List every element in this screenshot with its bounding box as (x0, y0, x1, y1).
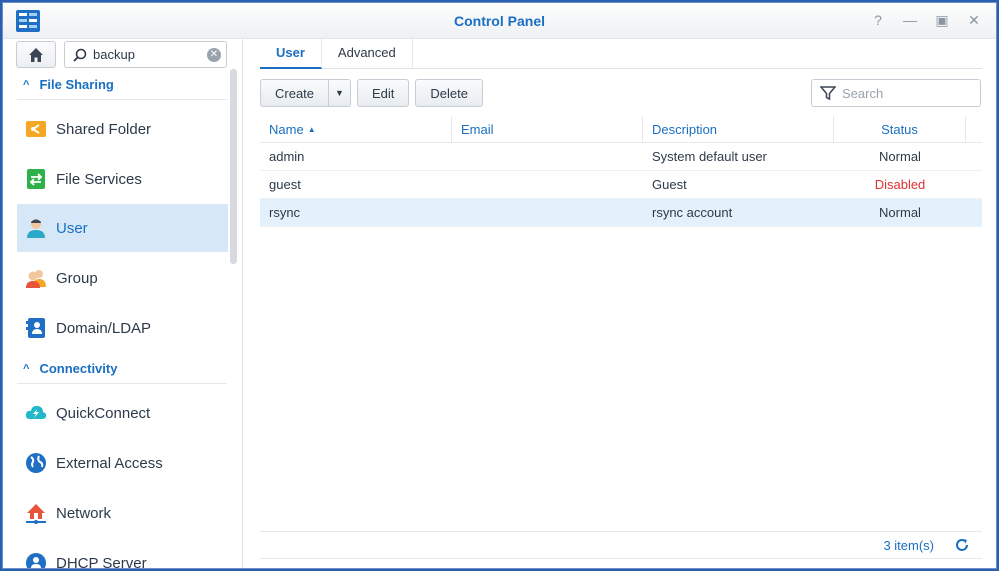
section-file-sharing[interactable]: ^ File Sharing (17, 70, 227, 100)
sidebar-item-label: Group (56, 269, 98, 287)
cell-name: rsync (269, 205, 301, 220)
chevron-up-icon: ^ (23, 362, 30, 375)
column-header-status[interactable]: Status (834, 116, 966, 142)
sidebar-item-label: Network (56, 504, 112, 522)
sidebar-item-quickconnect[interactable]: QuickConnect (17, 389, 228, 437)
cell-email (452, 199, 643, 226)
cell-email (452, 143, 643, 170)
sort-ascending-icon: ▲ (307, 124, 316, 134)
table-row[interactable]: admin System default user Normal (260, 143, 982, 171)
column-header-name[interactable]: Name ▲ (260, 116, 452, 142)
tab-user[interactable]: User (260, 39, 322, 69)
sidebar: ✕ ^ File Sharing Shared Folder File Serv… (3, 39, 243, 569)
minimize-icon[interactable]: — (902, 12, 918, 28)
title-bar: Control Panel ? — ▣ ✕ (3, 3, 996, 39)
cell-name: guest (269, 177, 301, 192)
tab-bar: User Advanced (260, 39, 982, 69)
sidebar-item-label: External Access (56, 454, 163, 472)
cell-name: admin (269, 149, 305, 164)
sidebar-item-label: File Services (56, 170, 142, 188)
table-row[interactable]: guest Guest Disabled (260, 171, 982, 199)
close-icon[interactable]: ✕ (966, 12, 982, 28)
file-services-icon (25, 168, 47, 190)
create-button[interactable]: Create (260, 79, 330, 107)
filter-search (811, 79, 981, 107)
create-dropdown-icon[interactable]: ▼ (329, 79, 351, 107)
external-access-icon (25, 452, 47, 474)
section-label: File Sharing (39, 77, 114, 92)
filter-search-input[interactable] (842, 85, 972, 101)
sidebar-item-file-services[interactable]: File Services (17, 155, 228, 203)
sidebar-item-label: Domain/LDAP (56, 319, 152, 337)
column-header-description[interactable]: Description (643, 116, 834, 142)
quickconnect-icon (25, 402, 47, 424)
cell-status: Normal (879, 205, 921, 220)
cell-description: rsync account (652, 205, 733, 220)
shared-folder-icon (25, 118, 47, 140)
sidebar-item-domain-ldap[interactable]: Domain/LDAP (17, 304, 228, 352)
sidebar-item-group[interactable]: Group (17, 254, 228, 302)
toolbar: Create ▼ Edit Delete (260, 79, 483, 107)
home-button[interactable] (16, 41, 56, 68)
section-connectivity[interactable]: ^ Connectivity (17, 354, 227, 384)
window-title: Control Panel (453, 13, 545, 29)
sidebar-item-label: DHCP Server (56, 554, 147, 569)
user-table: Name ▲ Email Description Status admin Sy… (260, 116, 982, 227)
user-icon (25, 217, 47, 239)
cell-status: Disabled (874, 177, 926, 192)
filter-icon (820, 86, 836, 101)
sidebar-item-label: QuickConnect (56, 404, 151, 422)
help-icon[interactable]: ? (870, 12, 886, 28)
sidebar-search-input[interactable] (93, 47, 203, 62)
group-icon (25, 267, 47, 289)
sidebar-scrollbar[interactable] (230, 69, 237, 264)
search-icon (73, 48, 87, 62)
table-row[interactable]: rsync rsync account Normal (260, 199, 982, 227)
cell-status: Normal (879, 149, 921, 164)
network-icon (25, 502, 47, 524)
main-panel: User Advanced Create ▼ Edit Delete Name … (244, 39, 996, 568)
home-icon (29, 47, 43, 62)
tab-advanced[interactable]: Advanced (322, 39, 413, 69)
chevron-up-icon: ^ (23, 78, 30, 91)
sidebar-item-network[interactable]: Network (17, 489, 228, 537)
delete-button[interactable]: Delete (415, 79, 483, 107)
create-split-button: Create ▼ (260, 79, 351, 107)
cell-description: Guest (652, 177, 687, 192)
sidebar-search: ✕ (64, 41, 227, 68)
cell-email (452, 171, 643, 198)
edit-button[interactable]: Edit (356, 79, 410, 107)
cell-description: System default user (652, 149, 767, 164)
sidebar-item-external-access[interactable]: External Access (17, 439, 228, 487)
sidebar-item-dhcp-server[interactable]: DHCP Server (17, 539, 228, 569)
item-count: 3 item(s) (883, 537, 934, 553)
maximize-icon[interactable]: ▣ (934, 12, 950, 28)
column-label: Name (269, 121, 304, 137)
sidebar-item-label: Shared Folder (56, 120, 152, 138)
sidebar-item-user[interactable]: User (17, 204, 228, 252)
refresh-icon[interactable] (952, 535, 972, 555)
domain-ldap-icon (25, 317, 47, 339)
section-label: Connectivity (39, 361, 118, 376)
clear-search-icon[interactable]: ✕ (207, 48, 221, 62)
sidebar-item-shared-folder[interactable]: Shared Folder (17, 105, 228, 153)
sidebar-item-label: User (56, 219, 88, 237)
table-header: Name ▲ Email Description Status (260, 116, 982, 143)
column-menu (966, 116, 982, 142)
column-header-email[interactable]: Email (452, 116, 643, 142)
dhcp-server-icon (25, 552, 47, 568)
table-footer: 3 item(s) (260, 531, 982, 559)
control-panel-window: Control Panel ? — ▣ ✕ ✕ ^ File Sharing (2, 2, 997, 569)
